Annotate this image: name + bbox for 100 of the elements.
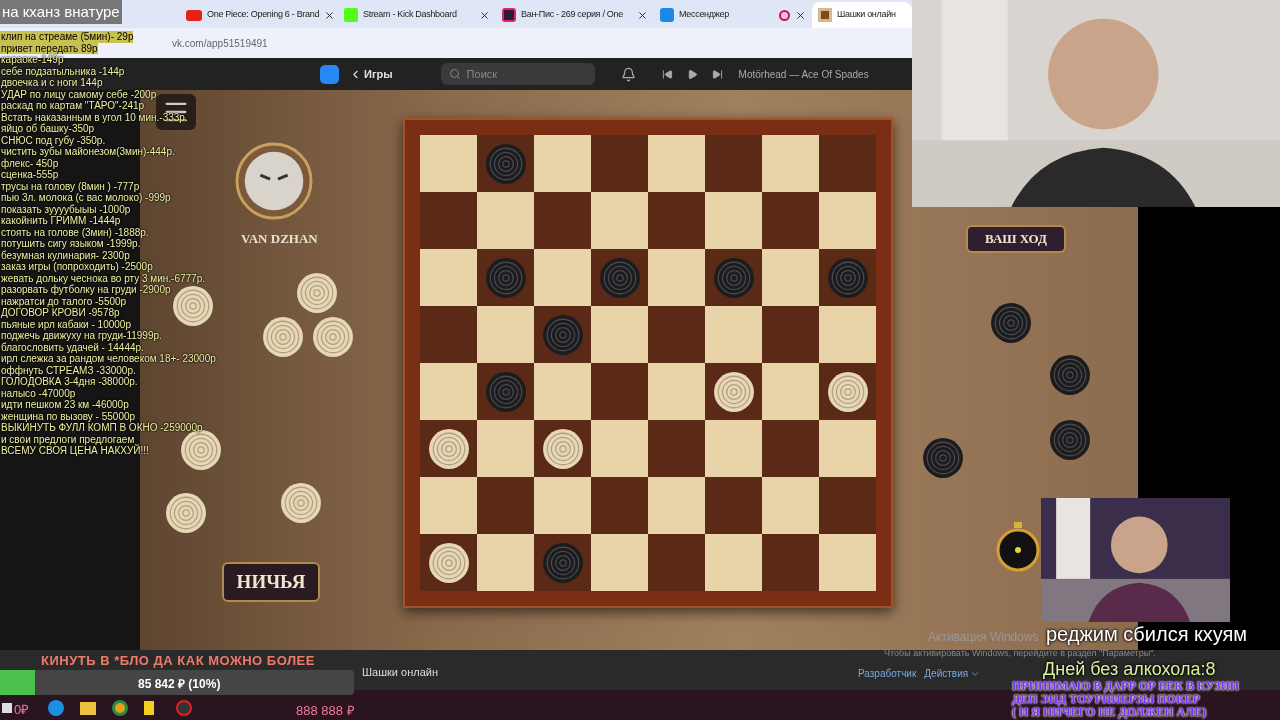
- price-item: разорвать футболку на груди -2900р: [0, 284, 171, 296]
- price-item: жевать дольку чеснока во рту 3 мин.-6777р.: [0, 272, 205, 284]
- price-item: ГОЛОДОВКА 3-4дня -38000р.: [0, 376, 138, 388]
- browser-icon[interactable]: [48, 700, 64, 716]
- checker-piece[interactable]: [598, 256, 641, 299]
- checker-piece[interactable]: [1049, 419, 1091, 461]
- folder-icon[interactable]: [80, 701, 96, 715]
- checker-piece[interactable]: [484, 370, 527, 413]
- board-square[interactable]: [705, 363, 762, 420]
- price-item: чистить зубы майонезом(3мин)-444р.: [0, 146, 175, 158]
- donation-amount: 85 842 ₽ (10%): [138, 676, 221, 693]
- price-item: себе подзатыльника -144р: [0, 65, 125, 77]
- price-item: сценка-555р: [0, 169, 59, 181]
- close-icon[interactable]: [324, 9, 336, 21]
- activation-title: Активация Windows: [928, 629, 1039, 646]
- next-icon[interactable]: [711, 68, 723, 80]
- price-item: ВСЕМУ СВОЯ ЦЕНА НАКХУЙ!!!: [0, 445, 149, 457]
- turn-tooltip: ВАШ ХОД: [966, 225, 1066, 253]
- checker-piece[interactable]: [172, 285, 214, 327]
- price-item: благословить удачей - 14444р.: [0, 341, 144, 353]
- checker-piece[interactable]: [484, 142, 527, 185]
- price-item: пью 3л. молока (с вас молоко) -999р: [0, 192, 171, 204]
- start-balance: 0₽: [14, 702, 30, 717]
- track-title[interactable]: Motörhead — Ace Of Spades: [738, 66, 869, 82]
- chat-icon: [660, 8, 674, 22]
- checker-piece[interactable]: [296, 272, 338, 314]
- price-item: заказ игры (попроходить) -2500р: [0, 261, 153, 273]
- address-text[interactable]: vk.com/app51519491: [172, 35, 268, 51]
- board-square[interactable]: [420, 420, 477, 477]
- footer-link[interactable]: Действия: [924, 666, 981, 681]
- close-icon[interactable]: [795, 9, 806, 21]
- price-item: потушить сигу языком -1999р.: [0, 238, 141, 250]
- checker-piece[interactable]: [990, 302, 1032, 344]
- checker-piece[interactable]: [712, 256, 755, 299]
- checker-piece[interactable]: [165, 492, 207, 534]
- r-logo-icon: [502, 8, 516, 22]
- checker-piece[interactable]: [427, 541, 470, 584]
- price-item: какойнить ГРИММ -1444р: [0, 215, 121, 227]
- footer-link[interactable]: Разработчик: [858, 666, 917, 681]
- checker-piece[interactable]: [541, 541, 584, 584]
- price-item: пьяные ирл кабаки - 10000р: [0, 318, 131, 330]
- checker-piece[interactable]: [262, 316, 304, 358]
- price-item: ВЫКИНУТЬ ФУЛЛ КОМП В ОКНО -259000р: [0, 422, 203, 434]
- vk-logo-icon[interactable]: [320, 64, 339, 84]
- previous-icon[interactable]: [661, 68, 673, 80]
- browser-tab[interactable]: Ван-Пис - 269 серия / One: [496, 2, 654, 28]
- price-item: идти пешком 23 км -46000р: [0, 399, 129, 411]
- search-icon: [448, 68, 461, 80]
- browser-tab[interactable]: Stream - Kick Dashboard: [338, 2, 496, 28]
- checker-piece[interactable]: [1049, 354, 1091, 396]
- board-square[interactable]: [819, 363, 876, 420]
- price-item: безумная кулинария- 2300р: [0, 249, 130, 261]
- price-item: оффнуть СТРЕАМЗ -33000р.: [0, 364, 136, 376]
- tab-title: Мессенджер: [679, 8, 730, 22]
- price-item: СНЮС под губу -350р.: [0, 134, 106, 146]
- note-caption: ( И Я НИЧЕГО НЕ ДОЛЖЕН АЛЕ): [1012, 706, 1208, 719]
- checkerboard-icon: [818, 8, 832, 22]
- app-icon[interactable]: [144, 701, 154, 715]
- back-link[interactable]: Игры: [349, 65, 393, 83]
- browser-tab[interactable]: Шашки онлайн: [812, 2, 912, 28]
- activation-text: Чтобы активировать Windows, перейдите в раздел "Параметры".: [884, 648, 1156, 658]
- note-caption: ПРИНИМАЮ В ДАРР ОР БЕК В КУЗИН: [1012, 680, 1240, 693]
- price-item: раскад по картам "ТАРО"-241р: [0, 100, 145, 112]
- price-item: поджечь движуху на груди-11999р.: [0, 330, 162, 342]
- tab-title: One Piece: Opening 6 - Brand: [207, 8, 320, 22]
- price-item: показать зуууубыыы -1000р: [0, 203, 131, 215]
- checker-piece[interactable]: [541, 427, 584, 470]
- checker-piece[interactable]: [922, 437, 964, 479]
- checker-piece[interactable]: [826, 256, 869, 299]
- notifications-icon[interactable]: [620, 66, 636, 82]
- close-icon[interactable]: [637, 9, 648, 21]
- donation-total: 888 888 ₽: [296, 702, 355, 720]
- checker-piece[interactable]: [826, 370, 869, 413]
- price-item: флекс- 450р: [0, 157, 59, 169]
- checker-piece[interactable]: [312, 316, 354, 358]
- board-square[interactable]: [534, 420, 591, 477]
- checker-piece[interactable]: [427, 427, 470, 470]
- checker-piece[interactable]: [712, 370, 755, 413]
- browser-tab[interactable]: Мессенджер: [654, 2, 812, 28]
- avatar-icon: [235, 142, 313, 220]
- close-icon[interactable]: [479, 9, 490, 21]
- checker-piece[interactable]: [541, 313, 584, 356]
- start-icon[interactable]: [2, 703, 12, 713]
- price-item: Встать наказанным в угол 10 мин.-333р.: [0, 111, 188, 123]
- price-item: и свои предлоги предлогаем: [0, 433, 135, 445]
- board-square[interactable]: [420, 534, 477, 591]
- checker-piece[interactable]: [280, 482, 322, 524]
- app-title: Шашки онлайн: [362, 665, 438, 680]
- obs-icon[interactable]: [176, 700, 192, 716]
- price-item: трусы на голову (8мин ) -777р: [0, 180, 140, 192]
- tab-title: Stream - Kick Dashboard: [363, 8, 458, 22]
- price-item: ирл слежка за рандом человеком 18+- 23000р: [0, 353, 216, 365]
- checker-piece[interactable]: [484, 256, 527, 299]
- donation-goal: КИНУТЬ В *БЛО ДА КАК МОЖНО БОЛЕЕ: [41, 652, 315, 670]
- play-icon[interactable]: [686, 68, 698, 80]
- price-item: налысо -47000р: [0, 387, 76, 399]
- draw-button[interactable]: НИЧЬЯ: [222, 562, 320, 602]
- price-item: стоять на голове (3мин) -1888р.: [0, 226, 149, 238]
- chrome-icon[interactable]: [112, 700, 128, 716]
- browser-tab[interactable]: One Piece: Opening 6 - Brand: [180, 2, 338, 28]
